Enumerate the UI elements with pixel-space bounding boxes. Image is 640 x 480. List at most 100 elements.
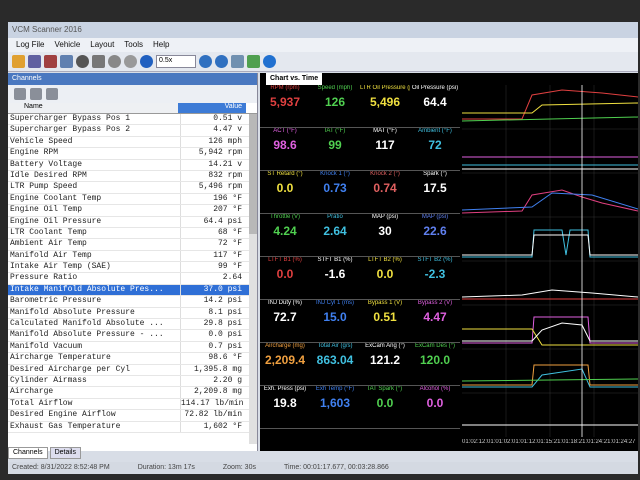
channel-row[interactable]: Desired Engine Airflow 72.82 lb/min — [8, 410, 257, 422]
scroll-thumb[interactable] — [249, 114, 257, 234]
gauge-cell[interactable]: Spark (°) 17.5 — [410, 171, 460, 213]
playback-speed-select[interactable]: 0.5x — [156, 55, 196, 68]
channel-row[interactable]: Vehicle Speed 126 mph — [8, 136, 257, 149]
channel-row[interactable]: Barometric Pressure 14.2 psi — [8, 296, 257, 308]
channel-row[interactable]: Engine Coolant Temp 196 °F — [8, 193, 257, 206]
gauge-cell[interactable]: ST Retard (°) 0.0 — [260, 171, 310, 213]
menu-log-file[interactable]: Log File — [16, 40, 44, 50]
gauge-cell[interactable]: Exh. Press (psi) 19.8 — [260, 386, 310, 428]
menu-tools[interactable]: Tools — [124, 40, 143, 50]
channel-row[interactable]: Manifold Absolute Pressure 8.1 psi — [8, 307, 257, 320]
channel-row[interactable]: Manifold Air Temp 117 °F — [8, 250, 257, 263]
gauge-cell[interactable]: Bypass 2 (V) 4.47 — [410, 300, 460, 342]
gauge-cell[interactable]: STFT B2 (%) -2.3 — [410, 257, 460, 299]
channel-name: Intake Air Temp (SAE) — [10, 262, 111, 272]
play-icon[interactable] — [140, 55, 153, 68]
gauge-cell[interactable]: INJ Cyl 1 (ms) 15.0 — [310, 300, 360, 342]
menu-vehicle[interactable]: Vehicle — [54, 40, 80, 50]
gauge-cell[interactable]: IAT (°F) 99 — [310, 128, 360, 170]
gauge-label: MAP (psi) — [371, 214, 399, 220]
gauge-cell[interactable]: ExCam Ang (°) 121.2 — [360, 343, 410, 385]
gauge-cell[interactable]: Ambient (°F) 72 — [410, 128, 460, 170]
gauge-cell[interactable]: MAT (°F) 117 — [360, 128, 410, 170]
gauge-cell[interactable]: IAT Spark (°) 0.0 — [360, 386, 410, 428]
column-name-header[interactable]: Name — [8, 103, 178, 113]
camera-icon[interactable] — [14, 88, 26, 100]
column-value-header[interactable]: Value — [178, 103, 246, 113]
channel-value: 64.4 psi — [180, 216, 246, 227]
gauge-label: IAT Spark (°) — [367, 386, 403, 392]
channel-row[interactable]: Pressure Ratio 2.64 — [8, 273, 257, 285]
channel-row[interactable]: Aircharge Temperature 98.6 °F — [8, 353, 257, 365]
gauge-cell[interactable]: INJ Duty (%) 72.7 — [260, 300, 310, 342]
channel-row[interactable]: Engine Oil Pressure 64.4 psi — [8, 216, 257, 228]
tab-chart-vs-time[interactable]: Chart vs. Time — [266, 73, 323, 85]
gauge-cell[interactable]: RPM (rpm) 5,937 — [260, 85, 310, 127]
gauge-cell[interactable]: Speed (mph) 126 — [310, 85, 360, 127]
channel-row[interactable]: Intake Manifold Absolute Pres... 37.0 psi — [8, 284, 257, 297]
channel-row[interactable]: Manifold Vacuum 0.7 psi — [8, 341, 257, 354]
menu-layout[interactable]: Layout — [90, 40, 114, 50]
grid-icon[interactable] — [30, 88, 42, 100]
settings-icon[interactable] — [46, 88, 58, 100]
gauge-label: Total Air (g/s) — [317, 343, 353, 349]
chart-icon[interactable] — [247, 55, 260, 68]
zoom-in-icon[interactable] — [199, 55, 212, 68]
gauge-cell[interactable]: Oil Pressure (psi) 64.4 — [410, 85, 460, 127]
timer-icon[interactable] — [124, 55, 137, 68]
channel-row[interactable]: Supercharger Bypass Pos 1 0.51 v — [8, 114, 257, 126]
tab-details[interactable]: Details — [49, 447, 81, 459]
channel-name: Vehicle Speed — [10, 136, 73, 146]
channel-row[interactable]: Supercharger Bypass Pos 2 4.47 v — [8, 125, 257, 137]
channel-value: 207 °F — [180, 205, 246, 216]
record-icon[interactable] — [76, 55, 89, 68]
channel-row[interactable]: Engine RPM 5,942 rpm — [8, 148, 257, 160]
gauge-cell[interactable]: Throttle (V) 4.24 — [260, 214, 310, 256]
gauge-cell[interactable]: Alcohol (%) 0.0 — [410, 386, 460, 428]
channel-scrollbar[interactable] — [249, 114, 257, 444]
layout-icon[interactable] — [231, 55, 244, 68]
gauge-cell[interactable]: MAP (psi) 30 — [360, 214, 410, 256]
gauge-cell[interactable]: ExCam Des (°) 120.0 — [410, 343, 460, 385]
channel-row[interactable]: Manifold Absolute Pressure - ... 0.0 psi — [8, 330, 257, 342]
stop-icon[interactable] — [92, 55, 105, 68]
channel-row[interactable]: LTR Coolant Temp 68 °F — [8, 227, 257, 240]
gauge-cell[interactable]: LTFT B2 (%) 0.0 — [360, 257, 410, 299]
gauge-cell[interactable]: Knock 2 (°) 0.74 — [360, 171, 410, 213]
channel-row[interactable]: Total Airflow 114.17 lb/min — [8, 398, 257, 411]
gauge-cell[interactable]: ACT (°F) 98.6 — [260, 128, 310, 170]
channel-row[interactable]: Intake Air Temp (SAE) 99 °F — [8, 262, 257, 274]
gauge-cell[interactable]: LTFT B1 (%) 0.0 — [260, 257, 310, 299]
save-icon[interactable] — [28, 55, 41, 68]
gauge-cell[interactable]: Pratio 2.64 — [310, 214, 360, 256]
channel-row[interactable]: Desired Aircharge per Cyl 1,395.8 mg — [8, 364, 257, 376]
channel-row[interactable]: Battery Voltage 14.21 v — [8, 159, 257, 171]
gauge-icon[interactable] — [108, 55, 121, 68]
gauge-cell[interactable]: STFT B1 (%) -1.6 — [310, 257, 360, 299]
channel-row[interactable]: Aircharge 2,209.8 mg — [8, 387, 257, 399]
channel-row[interactable]: LTR Pump Speed 5,496 rpm — [8, 182, 257, 194]
zoom-out-icon[interactable] — [215, 55, 228, 68]
channel-row[interactable]: Idle Desired RPM 832 rpm — [8, 170, 257, 183]
gauge-cell[interactable]: Exh Temp (°F) 1,603 — [310, 386, 360, 428]
gauge-cell[interactable]: Total Air (g/s) 863.04 — [310, 343, 360, 385]
gauge-value: 98.6 — [273, 138, 297, 152]
gauge-cell[interactable]: Bypass 1 (V) 0.51 — [360, 300, 410, 342]
gauge-cell[interactable]: MAP (psi) 22.6 — [410, 214, 460, 256]
gauge-cell[interactable]: Knock 1 (°) 0.73 — [310, 171, 360, 213]
info-icon[interactable] — [263, 55, 276, 68]
vehicle-connect-icon[interactable] — [44, 55, 57, 68]
tab-channels[interactable]: Channels — [8, 447, 48, 459]
open-folder-icon[interactable] — [12, 55, 25, 68]
channel-row[interactable]: Ambient Air Temp 72 °F — [8, 239, 257, 251]
channel-row[interactable]: Cylinder Airmass 2.20 g — [8, 375, 257, 388]
channel-row[interactable]: Calculated Manifold Absolute ... 29.8 psi — [8, 319, 257, 331]
time-chart[interactable] — [462, 85, 638, 437]
gauge-cell[interactable]: LTR Oil Pressure (psi) 5,496 — [360, 85, 410, 127]
vehicle-icon[interactable] — [60, 55, 73, 68]
menu-help[interactable]: Help — [153, 40, 169, 50]
channel-name: Desired Engine Airflow — [10, 410, 116, 420]
gauge-cell[interactable]: Aircharge (mg) 2,209.4 — [260, 343, 310, 385]
channel-row[interactable]: Engine Oil Temp 207 °F — [8, 205, 257, 217]
channel-row[interactable]: Exhaust Gas Temperature 1,602 °F — [8, 421, 257, 433]
